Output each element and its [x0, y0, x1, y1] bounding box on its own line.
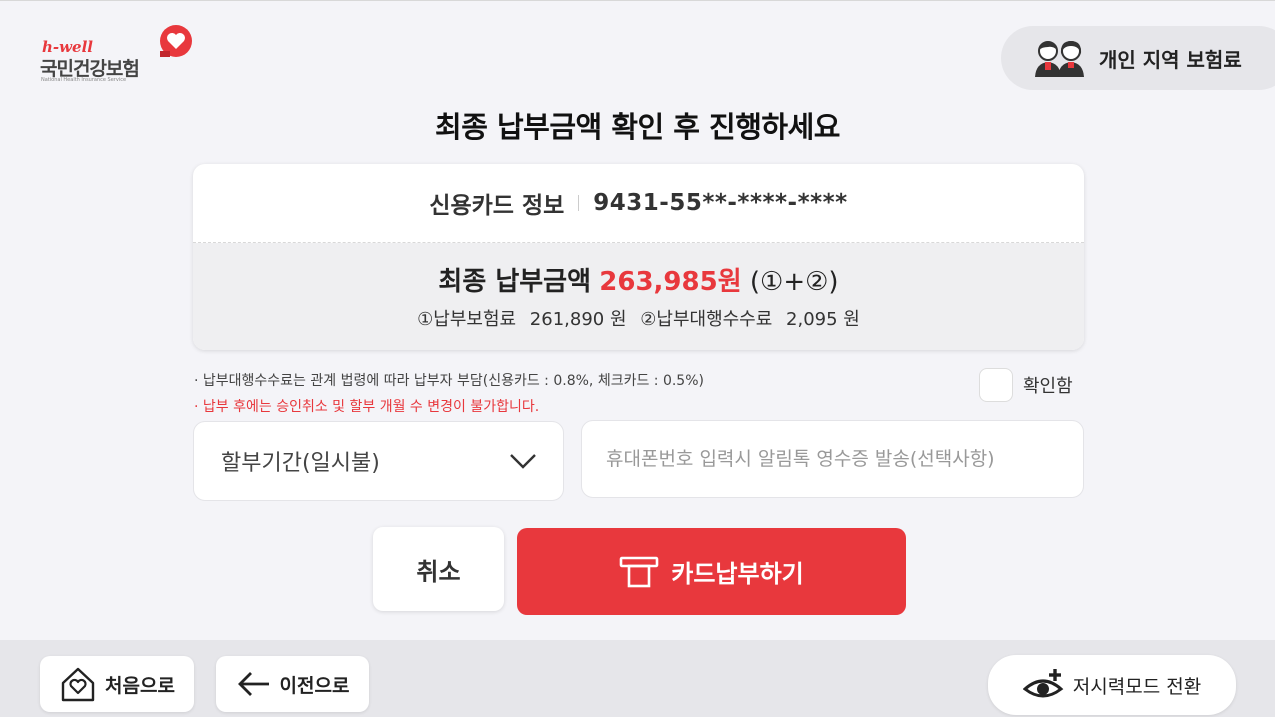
card-pay-label: 카드납부하기: [671, 560, 804, 588]
home-icon: [61, 667, 95, 702]
back-label: 이전으로: [279, 674, 350, 697]
fee-note: · 납부대행수수료는 관계 법령에 따라 납부자 부담(신용카드 : 0.8%,…: [194, 373, 704, 389]
chevron-down-icon: [510, 454, 536, 469]
fee-label: ②납부대행수수료: [640, 309, 773, 330]
phone-input[interactable]: [581, 420, 1084, 498]
home-button[interactable]: 처음으로: [40, 656, 194, 712]
page-title: 최종 납부금액 확인 후 진행하세요: [435, 110, 840, 144]
total-amount: 263,985원: [599, 267, 742, 297]
back-button[interactable]: 이전으로: [216, 656, 369, 712]
confirm-checkbox-group[interactable]: 확인함: [979, 368, 1073, 402]
confirm-label: 확인함: [1023, 376, 1073, 397]
two-people-icon: [1035, 41, 1084, 77]
breakdown-line: ①납부보험료 261,890 원 ②납부대행수수료 2,095 원: [193, 305, 1084, 331]
card-pay-button[interactable]: 카드납부하기: [517, 528, 906, 615]
installment-value: 할부기간(일시불): [221, 451, 380, 476]
total-section: 최종 납부금액 263,985원 (①+②) ①납부보험료 261,890 원 …: [193, 243, 1084, 350]
home-label: 처음으로: [105, 674, 175, 697]
installment-select[interactable]: 할부기간(일시불): [193, 421, 564, 501]
user-type-badge: 개인 지역 보험료: [1001, 26, 1275, 90]
arrow-left-icon: [237, 672, 269, 696]
cancel-button[interactable]: 취소: [373, 527, 504, 611]
low-vision-label: 저시력모드 전환: [1072, 675, 1202, 698]
total-suffix: (①+②): [749, 267, 839, 297]
logo-sub-text: National Health Insurance Service: [41, 77, 127, 83]
premium-label: ①납부보험료: [417, 309, 517, 330]
payment-summary-card: 신용카드 정보 9431-55**-****-**** 최종 납부금액 263,…: [193, 164, 1084, 350]
top-border: [0, 0, 1275, 1]
low-vision-mode-button[interactable]: 저시력모드 전환: [988, 655, 1236, 715]
user-type-label: 개인 지역 보험료: [1099, 47, 1242, 72]
confirm-checkbox[interactable]: [979, 368, 1013, 402]
card-info-label: 신용카드 정보: [429, 193, 565, 219]
divider: [578, 195, 580, 211]
eye-plus-icon: [1022, 669, 1064, 698]
premium-value: 261,890 원: [529, 309, 627, 330]
card-number: 9431-55**-****-****: [593, 190, 848, 216]
fee-value: 2,095 원: [786, 309, 860, 330]
nhis-logo: h-well 국민건강보험 National Health Insurance …: [40, 24, 200, 88]
total-line: 최종 납부금액 263,985원 (①+②): [193, 261, 1084, 298]
card-info-row: 신용카드 정보 9431-55**-****-****: [193, 164, 1084, 243]
card-insert-icon: [619, 556, 659, 587]
total-label: 최종 납부금액: [438, 267, 591, 297]
warning-note: · 납부 후에는 승인취소 및 할부 개월 수 변경이 불가합니다.: [194, 399, 540, 415]
heart-icon: [160, 25, 192, 57]
